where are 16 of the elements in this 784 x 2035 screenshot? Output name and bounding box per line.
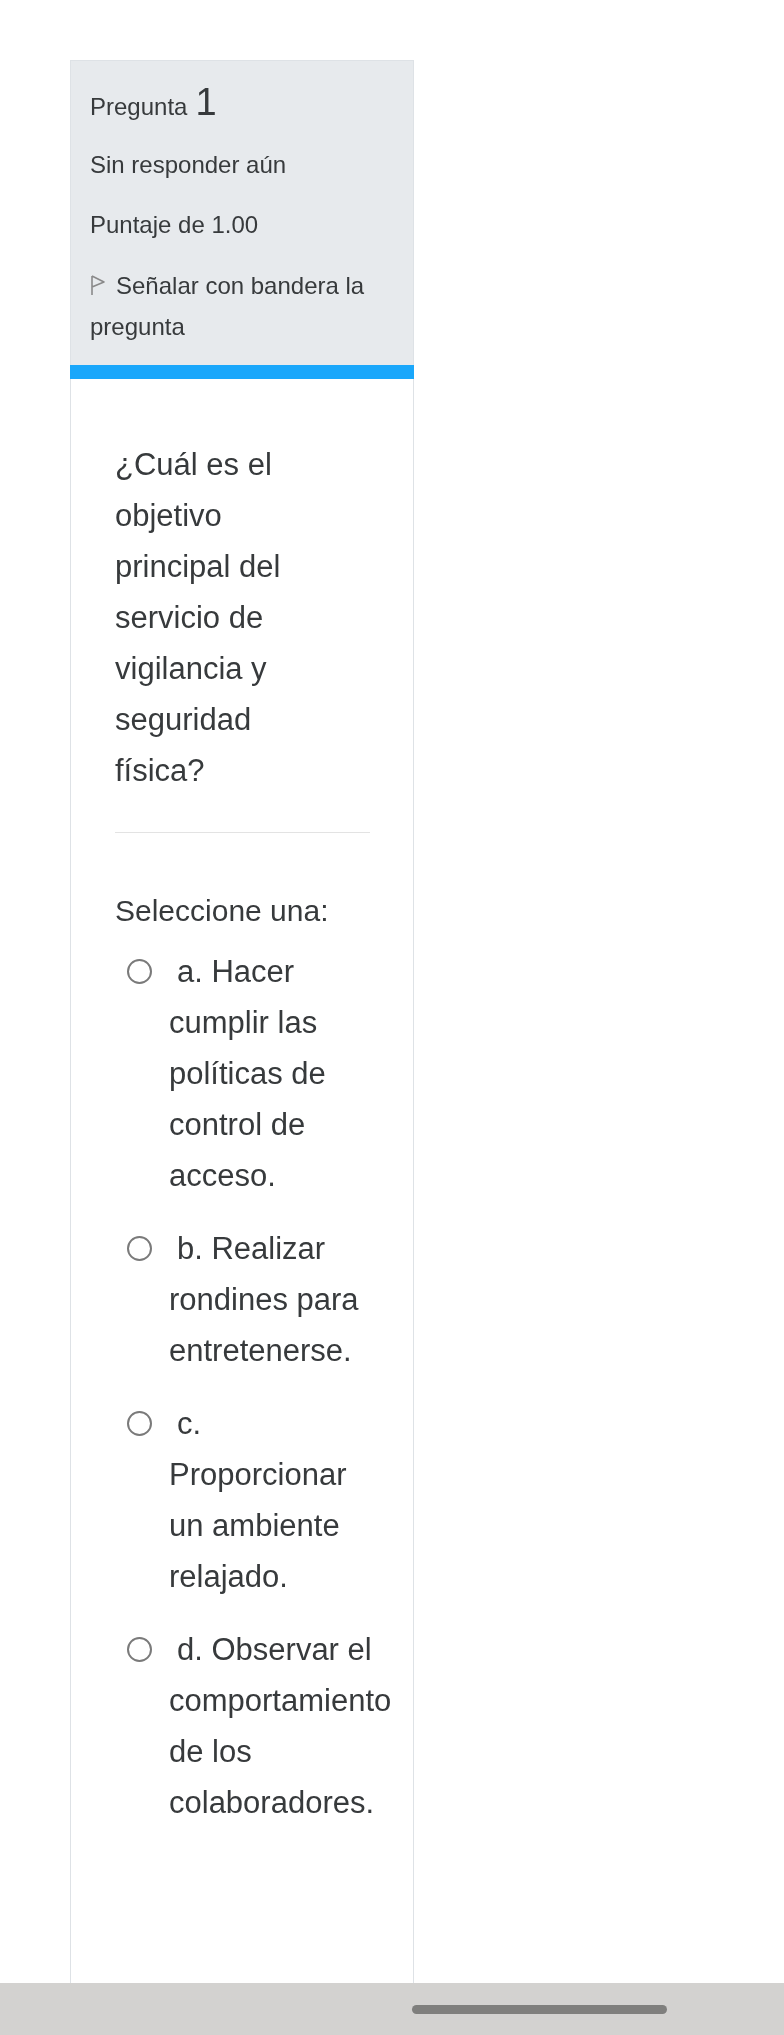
home-handle-icon[interactable] — [412, 2005, 667, 2014]
question-grade: Puntaje de 1.00 — [90, 210, 260, 240]
option-label[interactable]: a. Hacer cumplir las políticas de control de acceso. — [169, 946, 374, 1201]
option-label[interactable]: d. Observar el comportamiento de los colaboradores. — [169, 1624, 392, 1828]
flag-question-link[interactable]: Señalar con bandera la pregunta — [90, 265, 375, 347]
question-text: ¿Cuál es el objetivo principal del servicio de vigilancia y seguridad física? — [115, 446, 282, 790]
question-label: Pregunta — [90, 92, 188, 122]
answer-prompt: Seleccione una: — [115, 893, 330, 929]
question-status: Sin responder aún — [90, 150, 288, 180]
option-label[interactable]: c. Proporcionar un ambiente relajado. — [169, 1398, 374, 1602]
radio-button[interactable] — [127, 1637, 152, 1662]
question-number: 1 — [195, 82, 217, 122]
radio-button[interactable] — [127, 1411, 152, 1436]
radio-button[interactable] — [127, 959, 152, 984]
option-label[interactable]: b. Realizar rondines para entretenerse. — [169, 1223, 374, 1376]
radio-button[interactable] — [127, 1236, 152, 1261]
